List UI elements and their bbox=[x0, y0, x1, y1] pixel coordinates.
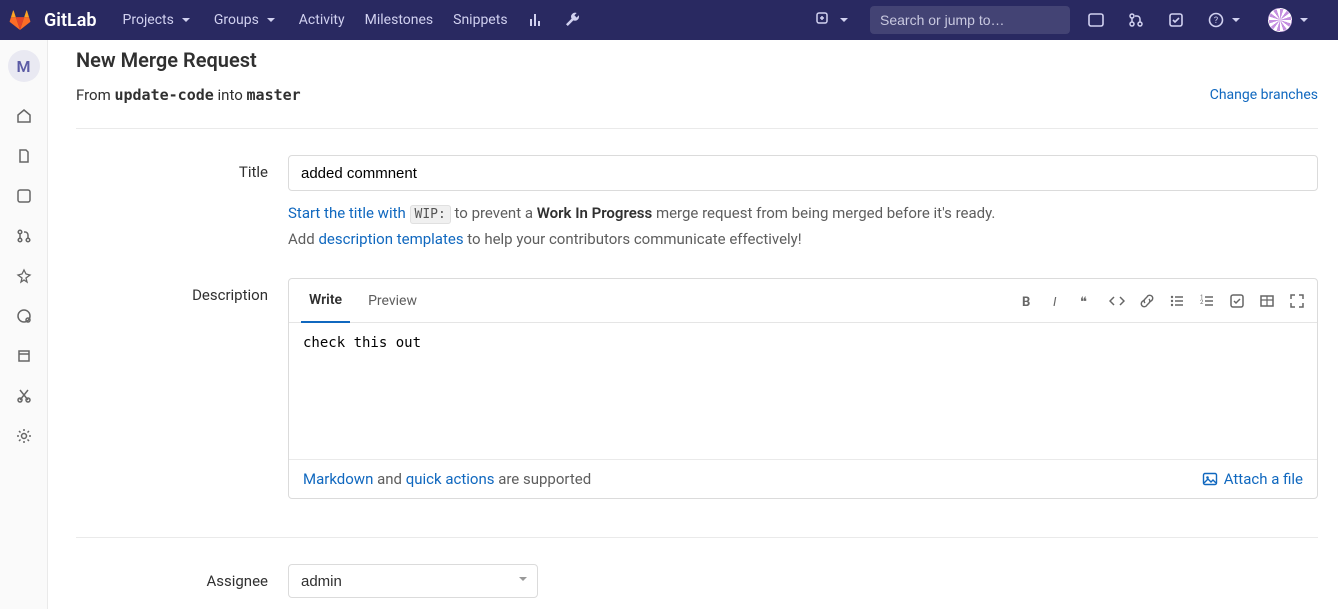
wip-tail-text: merge request from being merged before i… bbox=[652, 204, 995, 222]
quote-icon[interactable]: ❝ bbox=[1079, 293, 1095, 309]
title-hints: Start the title with WIP: to prevent a W… bbox=[288, 201, 1318, 252]
link-icon[interactable] bbox=[1139, 293, 1155, 309]
user-avatar bbox=[1268, 8, 1292, 32]
bullet-list-icon[interactable] bbox=[1169, 293, 1185, 309]
sidebar-cicd-icon[interactable] bbox=[4, 258, 44, 294]
fullscreen-icon[interactable] bbox=[1289, 293, 1305, 309]
numbered-list-icon[interactable]: 12 bbox=[1199, 293, 1215, 309]
table-icon[interactable] bbox=[1259, 293, 1275, 309]
main-content: New Merge Request From update-code into … bbox=[48, 40, 1338, 609]
sidebar-settings-icon[interactable] bbox=[4, 418, 44, 454]
sidebar-project-home-icon[interactable] bbox=[4, 98, 44, 134]
nav-plus-dropdown[interactable] bbox=[806, 0, 862, 40]
nav-groups-label: Groups bbox=[214, 12, 259, 28]
description-tabs: Write Preview B I ❝ 12 bbox=[289, 279, 1317, 323]
nav-activity-label: Activity bbox=[299, 12, 345, 28]
nav-snippets-label: Snippets bbox=[453, 12, 507, 28]
nav-merge-requests-icon[interactable] bbox=[1118, 0, 1154, 40]
add-tail-text: to help your contributors communicate ef… bbox=[464, 230, 802, 248]
image-icon bbox=[1202, 471, 1218, 487]
desc-templates-link[interactable]: description templates bbox=[318, 230, 463, 248]
sidebar-snippets-icon[interactable] bbox=[4, 378, 44, 414]
nav-issues-icon[interactable] bbox=[1078, 0, 1114, 40]
top-navbar: GitLab Projects Groups Activity Mileston… bbox=[0, 0, 1338, 40]
svg-text:B: B bbox=[1022, 295, 1030, 309]
svg-text:?: ? bbox=[1214, 16, 1218, 26]
primary-nav: Projects Groups Activity Milestones Snip… bbox=[113, 0, 590, 40]
page-title: New Merge Request bbox=[76, 48, 1318, 72]
project-sidebar: M bbox=[0, 40, 48, 609]
sidebar-wiki-icon[interactable] bbox=[4, 338, 44, 374]
assignee-row: Assignee admin bbox=[76, 564, 1318, 598]
change-branches-link[interactable]: Change branches bbox=[1210, 87, 1318, 103]
source-branch: update-code bbox=[114, 86, 213, 104]
nav-todos-icon[interactable] bbox=[1158, 0, 1194, 40]
sidebar-issues-icon[interactable] bbox=[4, 178, 44, 214]
into-label: into bbox=[214, 86, 247, 104]
assignee-select[interactable]: admin bbox=[288, 564, 538, 598]
italic-icon[interactable]: I bbox=[1049, 293, 1065, 309]
svg-text:I: I bbox=[1053, 295, 1057, 309]
search-input[interactable] bbox=[880, 12, 1061, 28]
target-branch: master bbox=[247, 86, 301, 104]
editor-toolbar: B I ❝ 12 bbox=[1019, 293, 1305, 309]
sidebar-repository-icon[interactable] bbox=[4, 138, 44, 174]
branch-info-row: From update-code into master Change bran… bbox=[76, 86, 1318, 129]
nav-projects-label: Projects bbox=[123, 12, 174, 28]
markdown-link[interactable]: Markdown bbox=[303, 470, 373, 488]
sidebar-operations-icon[interactable] bbox=[4, 298, 44, 334]
quick-actions-link[interactable]: quick actions bbox=[406, 470, 495, 488]
nav-user-menu[interactable] bbox=[1258, 0, 1322, 40]
nav-operations-icon[interactable] bbox=[518, 0, 554, 40]
title-input[interactable] bbox=[288, 155, 1318, 191]
description-label: Description bbox=[76, 278, 288, 304]
nav-groups[interactable]: Groups bbox=[204, 0, 289, 40]
chevron-down-icon bbox=[1228, 12, 1244, 28]
nav-milestones-label: Milestones bbox=[365, 12, 434, 28]
description-editor: Write Preview B I ❝ 12 bbox=[288, 278, 1318, 499]
description-footer: Markdown and quick actions are supported… bbox=[289, 459, 1317, 498]
from-label: From bbox=[76, 86, 114, 104]
wip-strong: Work In Progress bbox=[537, 204, 653, 222]
title-label: Title bbox=[76, 155, 288, 181]
attach-file-button[interactable]: Attach a file bbox=[1202, 470, 1303, 488]
gitlab-logo-icon[interactable] bbox=[8, 8, 32, 32]
supported-text: are supported bbox=[494, 470, 591, 488]
brand-name[interactable]: GitLab bbox=[44, 10, 97, 31]
assignee-label: Assignee bbox=[76, 564, 288, 590]
wip-prevent-text: to prevent a bbox=[451, 204, 537, 222]
sidebar-merge-requests-icon[interactable] bbox=[4, 218, 44, 254]
branch-info-text: From update-code into master bbox=[76, 86, 301, 104]
add-text: Add bbox=[288, 230, 318, 248]
chevron-down-icon bbox=[1296, 12, 1312, 28]
svg-text:2: 2 bbox=[1200, 299, 1204, 306]
tab-write[interactable]: Write bbox=[301, 279, 350, 323]
nav-snippets[interactable]: Snippets bbox=[443, 0, 517, 40]
task-list-icon[interactable] bbox=[1229, 293, 1245, 309]
chevron-down-icon bbox=[178, 12, 194, 28]
nav-milestones[interactable]: Milestones bbox=[355, 0, 444, 40]
chevron-down-icon bbox=[836, 12, 852, 28]
description-textarea[interactable] bbox=[289, 323, 1317, 455]
project-avatar[interactable]: M bbox=[8, 50, 40, 82]
tab-preview[interactable]: Preview bbox=[360, 279, 425, 323]
and-text: and bbox=[373, 470, 405, 488]
svg-text:❝: ❝ bbox=[1080, 295, 1087, 309]
wip-hint-link[interactable]: Start the title with bbox=[288, 204, 410, 222]
nav-projects[interactable]: Projects bbox=[113, 0, 204, 40]
wip-chip: WIP: bbox=[410, 205, 451, 224]
bold-icon[interactable]: B bbox=[1019, 293, 1035, 309]
chevron-down-icon bbox=[263, 12, 279, 28]
title-row: Title Start the title with WIP: to preve… bbox=[76, 155, 1318, 252]
description-row: Description Write Preview B I ❝ 12 bbox=[76, 278, 1318, 499]
nav-help-dropdown[interactable]: ? bbox=[1198, 0, 1254, 40]
global-search[interactable] bbox=[870, 6, 1070, 34]
nav-admin-wrench-icon[interactable] bbox=[554, 0, 590, 40]
nav-activity[interactable]: Activity bbox=[289, 0, 355, 40]
code-icon[interactable] bbox=[1109, 293, 1125, 309]
attach-file-label: Attach a file bbox=[1224, 470, 1303, 488]
